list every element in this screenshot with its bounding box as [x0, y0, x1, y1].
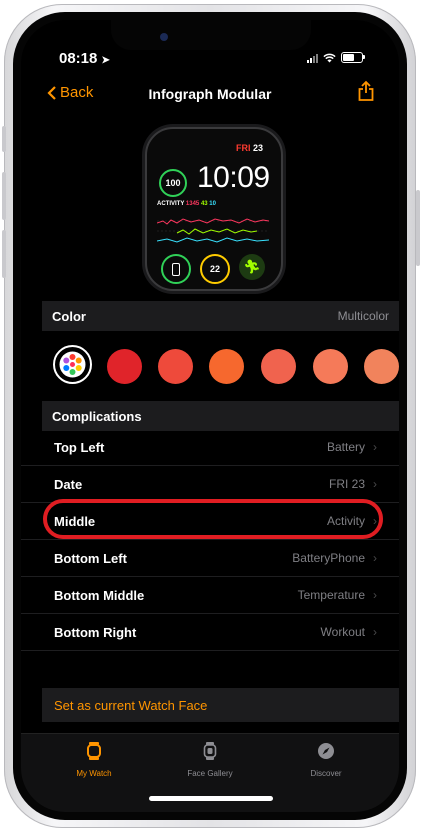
row-label: Bottom Right	[54, 624, 137, 640]
wf-activity-header: ACTIVITY 1345 43 10	[157, 201, 216, 207]
chevron-right-icon: ›	[373, 514, 377, 528]
tab-label: Face Gallery	[187, 769, 233, 778]
row-value: Battery	[326, 440, 365, 454]
color-section-label: Color	[52, 308, 86, 324]
phone-icon	[172, 262, 180, 276]
mute-switch	[2, 126, 6, 152]
watch-face-preview: FRI 23 100 10:09 ACTIVITY 1345 43 10 22 …	[145, 127, 283, 291]
chevron-right-icon: ›	[373, 477, 377, 491]
swatch-orange-red[interactable]	[158, 349, 193, 384]
complication-row-bottom-right[interactable]: Bottom Right Workout ›	[21, 614, 399, 651]
front-camera	[160, 33, 168, 41]
row-label: Bottom Middle	[54, 587, 145, 603]
wf-workout-complication: 🏃︎	[239, 254, 265, 280]
volume-up-button	[2, 172, 6, 220]
complication-row-date[interactable]: Date FRI 23 ›	[21, 466, 399, 503]
row-value: FRI 23	[328, 477, 365, 491]
wf-activity-label: ACTIVITY	[157, 201, 185, 207]
compass-icon	[318, 743, 334, 759]
row-label: Date	[54, 476, 83, 492]
complication-row-bottom-middle[interactable]: Bottom Middle Temperature ›	[21, 577, 399, 614]
complications-label: Complications	[52, 408, 142, 424]
swatch-orange[interactable]	[209, 349, 244, 384]
row-label: Middle	[54, 513, 96, 529]
row-value: Activity	[326, 514, 365, 528]
swatch-multicolor[interactable]	[53, 345, 92, 384]
battery-icon	[341, 52, 365, 63]
tab-my-watch[interactable]: My Watch	[49, 742, 139, 778]
wf-activity-move: 1345	[185, 201, 200, 207]
status-time-text: 08:18	[59, 50, 98, 67]
running-figure-icon: 🏃︎	[243, 259, 261, 274]
swatch-coral[interactable]	[261, 349, 296, 384]
tab-label: My Watch	[76, 769, 112, 778]
color-section-header: Color Multicolor	[42, 301, 399, 331]
complication-row-middle[interactable]: Middle Activity ›	[21, 503, 399, 540]
signal-icon	[307, 53, 318, 63]
swatch-salmon[interactable]	[313, 349, 348, 384]
wf-date: FRI 23	[236, 143, 263, 153]
chevron-right-icon: ›	[373, 588, 377, 602]
set-as-current-watch-face-button[interactable]: Set as current Watch Face	[42, 688, 399, 722]
swatch-red[interactable]	[107, 349, 142, 384]
wf-date-weekday: FRI	[235, 143, 251, 153]
wf-temperature-complication: 22	[200, 254, 230, 284]
power-button	[416, 190, 420, 266]
wf-temperature: 22	[209, 264, 220, 274]
color-swatches	[21, 345, 399, 389]
wf-time: 10:09	[197, 161, 270, 194]
swatch-light-salmon[interactable]	[364, 349, 399, 384]
row-label: Bottom Left	[54, 550, 127, 566]
row-value: BatteryPhone	[292, 551, 365, 565]
page-title: Infograph Modular	[148, 86, 272, 102]
complication-row-top-left[interactable]: Top Left Battery ›	[21, 429, 399, 466]
complication-row-bottom-left[interactable]: Bottom Left BatteryPhone ›	[21, 540, 399, 577]
location-arrow-icon: ➤	[101, 55, 110, 66]
status-time: 08:18 ➤	[59, 50, 110, 67]
volume-down-button	[2, 230, 6, 278]
wf-activity-graph	[157, 218, 269, 243]
tab-label: Discover	[310, 769, 342, 778]
share-icon	[358, 80, 374, 101]
notch	[111, 20, 311, 50]
wf-battery-complication: 100	[159, 169, 187, 197]
multicolor-icon	[59, 351, 86, 378]
phone-screen: 08:18 ➤ Back Infograph Modular FRI 23 10…	[21, 20, 399, 812]
chevron-right-icon: ›	[373, 551, 377, 565]
home-indicator[interactable]	[149, 796, 273, 801]
row-label: Top Left	[54, 439, 105, 455]
watch-icon	[87, 742, 101, 760]
row-value: Workout	[320, 625, 365, 639]
status-icons	[307, 52, 365, 63]
wf-activity-stand: 10	[209, 201, 216, 207]
wifi-icon	[323, 53, 336, 62]
tab-discover[interactable]: Discover	[281, 742, 371, 778]
face-gallery-icon	[203, 742, 217, 760]
wf-battery-phone-complication	[161, 254, 191, 284]
chevron-right-icon: ›	[373, 625, 377, 639]
complications-list: Top Left Battery › Date FRI 23 › Middle Ac…	[21, 429, 399, 651]
share-button[interactable]	[357, 80, 375, 107]
row-value: Temperature	[297, 588, 365, 602]
tab-face-gallery[interactable]: Face Gallery	[165, 742, 255, 778]
complications-section-header: Complications	[42, 401, 399, 431]
wf-date-day: 23	[252, 143, 263, 153]
color-value: Multicolor	[337, 309, 389, 323]
wf-activity-exercise: 43	[200, 201, 208, 207]
chevron-right-icon: ›	[373, 440, 377, 454]
